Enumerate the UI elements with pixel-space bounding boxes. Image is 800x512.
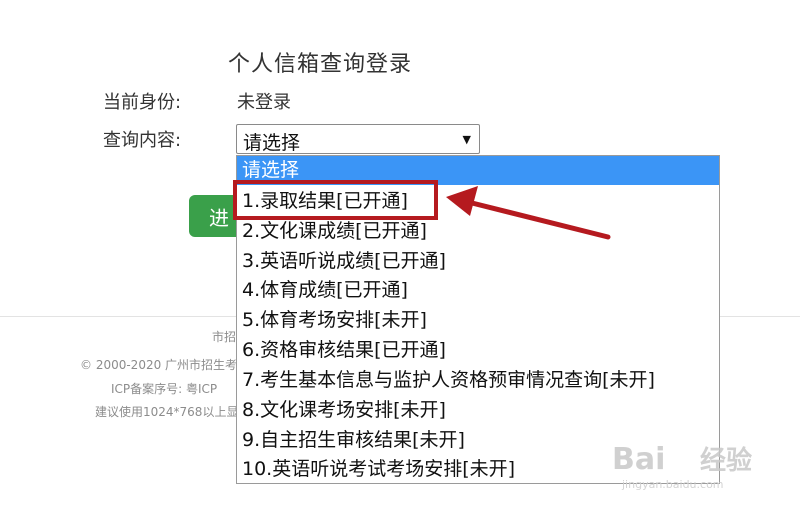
identity-label: 当前身份:: [103, 92, 182, 113]
dropdown-option[interactable]: 8.文化课考场安排[未开]: [237, 396, 719, 425]
watermark-url: jingyan.baidu.com: [622, 478, 724, 491]
query-select[interactable]: 请选择 ▼: [236, 124, 480, 154]
dropdown-option[interactable]: 3.英语听说成绩[已开通]: [237, 247, 719, 276]
page-title: 个人信箱查询登录: [228, 52, 413, 77]
watermark-logo-suffix: 经验: [700, 446, 753, 476]
query-label: 查询内容:: [103, 130, 182, 151]
footer-resolution-tip: 建议使用1024*768以上显: [95, 405, 239, 419]
footer-icp: ICP备案序号: 粤ICP: [111, 382, 218, 396]
dropdown-option[interactable]: 7.考生基本信息与监护人资格预审情况查询[未开]: [237, 366, 719, 395]
dropdown-option[interactable]: 4.体育成绩[已开通]: [237, 276, 719, 305]
footer-link[interactable]: 市招: [212, 328, 236, 345]
chevron-down-icon: ▼: [462, 133, 471, 146]
dropdown-option[interactable]: 5.体育考场安排[未开]: [237, 306, 719, 335]
select-current-value: 请选择: [243, 132, 301, 154]
annotation-arrow-icon: [446, 186, 611, 240]
watermark-logo: Bai: [612, 442, 666, 477]
annotation-highlight-box: [233, 180, 438, 220]
footer-copyright: © 2000-2020 广州市招生考: [80, 358, 238, 372]
identity-value: 未登录: [237, 92, 291, 113]
dropdown-option[interactable]: 6.资格审核结果[已开通]: [237, 336, 719, 365]
